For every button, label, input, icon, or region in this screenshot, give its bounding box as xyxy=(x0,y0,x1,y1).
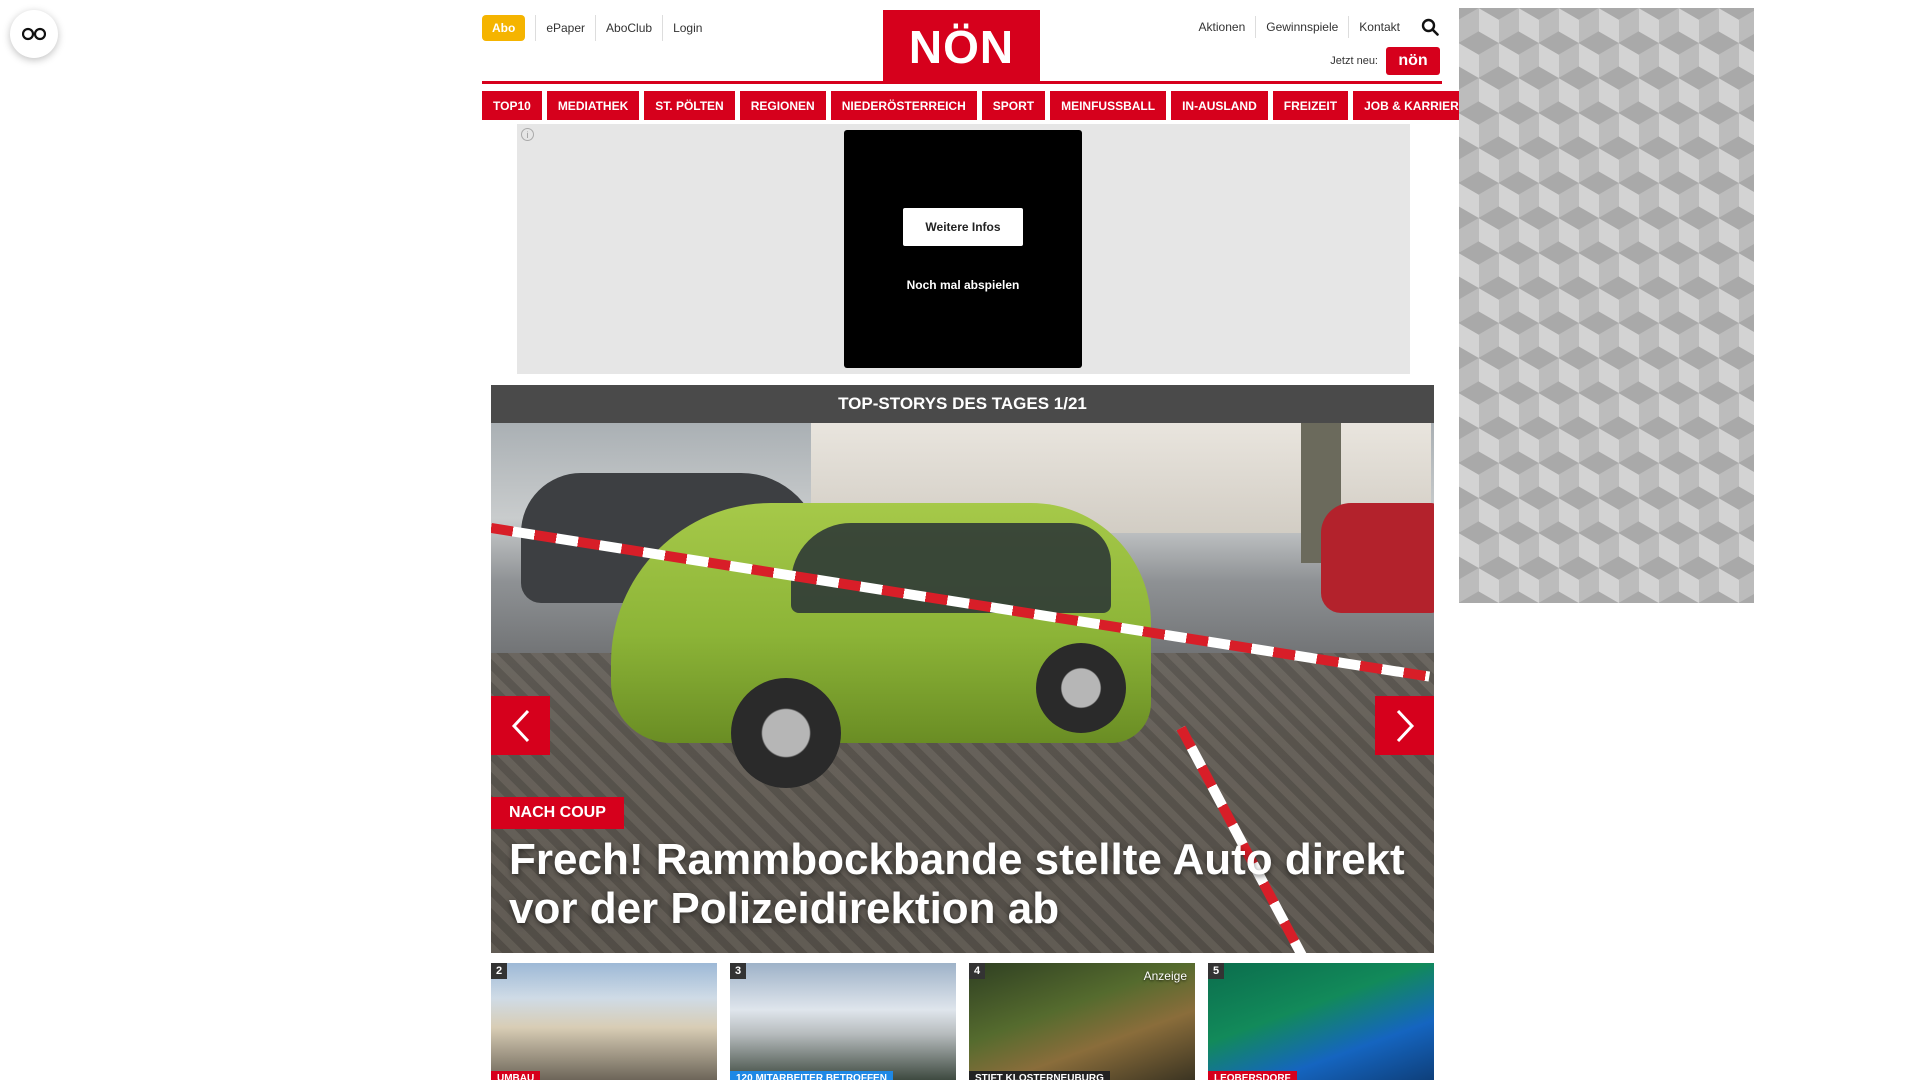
top-right-links: Aktionen Gewinnspiele Kontakt xyxy=(1189,15,1442,39)
thumb-number: 3 xyxy=(730,963,747,979)
prev-story-button[interactable] xyxy=(491,696,550,755)
accessibility-toggle-button[interactable] xyxy=(10,10,58,58)
story-thumb[interactable]: 3 120 MITARBEITER BETROFFEN xyxy=(730,963,956,1080)
kontakt-link[interactable]: Kontakt xyxy=(1348,16,1410,38)
thumb-tag: 120 MITARBEITER BETROFFEN xyxy=(730,1071,893,1080)
hero-kicker: NACH COUP xyxy=(491,797,624,829)
hero-headline[interactable]: Frech! Rammbockbande stellte Auto direkt… xyxy=(509,835,1429,933)
aboclub-link[interactable]: AboClub xyxy=(595,15,662,41)
jetzt-neu: Jetzt neu: nön xyxy=(1330,47,1440,75)
hero-image-red-car xyxy=(1321,503,1434,613)
weitere-infos-button[interactable]: Weitere Infos xyxy=(903,208,1023,246)
chevron-left-icon xyxy=(511,709,529,742)
thumb-number: 4 xyxy=(969,963,986,979)
info-icon[interactable]: i xyxy=(521,128,534,141)
nav-item-mediathek[interactable]: MEDIATHEK xyxy=(546,91,640,120)
story-thumb[interactable]: 4 Anzeige STIFT KLOSTERNEUBURG xyxy=(969,963,1195,1080)
nav-item-sport[interactable]: SPORT xyxy=(981,91,1046,120)
story-thumb[interactable]: 5 LEOBERSDORF xyxy=(1208,963,1434,1080)
replay-link[interactable]: Noch mal abspielen xyxy=(844,278,1082,292)
thumb-tag: STIFT KLOSTERNEUBURG xyxy=(969,1071,1110,1080)
story-thumbnails: 2 UMBAU 3 120 MITARBEITER BETROFFEN 4 An… xyxy=(491,963,1434,1080)
thumb-number: 2 xyxy=(491,963,508,979)
hero-image-front-wheel xyxy=(731,678,841,788)
skyscraper-ad[interactable] xyxy=(1459,8,1754,603)
anzeige-label: Anzeige xyxy=(1143,969,1187,983)
search-icon[interactable] xyxy=(1418,15,1442,39)
next-story-button[interactable] xyxy=(1375,696,1434,755)
site-header: Abo ePaper AboClub Login NÖN Aktionen Ge… xyxy=(482,10,1442,84)
jetzt-neu-label: Jetzt neu: xyxy=(1330,55,1378,67)
login-link[interactable]: Login xyxy=(662,15,712,41)
ad-banner: i Weitere Infos Noch mal abspielen xyxy=(517,124,1410,374)
glasses-icon xyxy=(22,27,46,41)
main-nav: TOP10 MEDIATHEK ST. PÖLTEN REGIONEN NIED… xyxy=(482,91,1478,120)
top-left-links: Abo ePaper AboClub Login xyxy=(482,15,712,41)
site-logo[interactable]: NÖN xyxy=(883,10,1040,84)
thumb-tag: UMBAU xyxy=(491,1071,541,1080)
hero-image-rear-wheel xyxy=(1036,643,1126,733)
nav-item-freizeit[interactable]: FREIZEIT xyxy=(1272,91,1349,120)
ad-video-player[interactable]: Weitere Infos Noch mal abspielen xyxy=(844,130,1082,368)
hero-story[interactable]: NACH COUP Frech! Rammbockbande stellte A… xyxy=(491,423,1434,953)
top-stories-header: TOP-STORYS DES TAGES 1/21 xyxy=(491,385,1434,423)
abo-button[interactable]: Abo xyxy=(482,15,526,41)
app-logo-link[interactable]: nön xyxy=(1386,47,1440,75)
nav-item-st-poelten[interactable]: ST. PÖLTEN xyxy=(644,91,735,120)
aktionen-link[interactable]: Aktionen xyxy=(1189,16,1256,38)
epaper-link[interactable]: ePaper xyxy=(535,15,595,41)
nav-item-meinfussball[interactable]: MEINFUSSBALL xyxy=(1050,91,1167,120)
story-thumb[interactable]: 2 UMBAU xyxy=(491,963,717,1080)
nav-item-regionen[interactable]: REGIONEN xyxy=(739,91,826,120)
chevron-right-icon xyxy=(1396,709,1414,742)
nav-item-in-ausland[interactable]: IN-AUSLAND xyxy=(1171,91,1268,120)
gewinnspiele-link[interactable]: Gewinnspiele xyxy=(1255,16,1348,38)
top-stories: TOP-STORYS DES TAGES 1/21 NACH COUP Frec… xyxy=(491,385,1434,953)
nav-item-top10[interactable]: TOP10 xyxy=(482,91,542,120)
thumb-tag: LEOBERSDORF xyxy=(1208,1071,1297,1080)
nav-item-niederoesterreich[interactable]: NIEDERÖSTERREICH xyxy=(830,91,977,120)
thumb-number: 5 xyxy=(1208,963,1225,979)
